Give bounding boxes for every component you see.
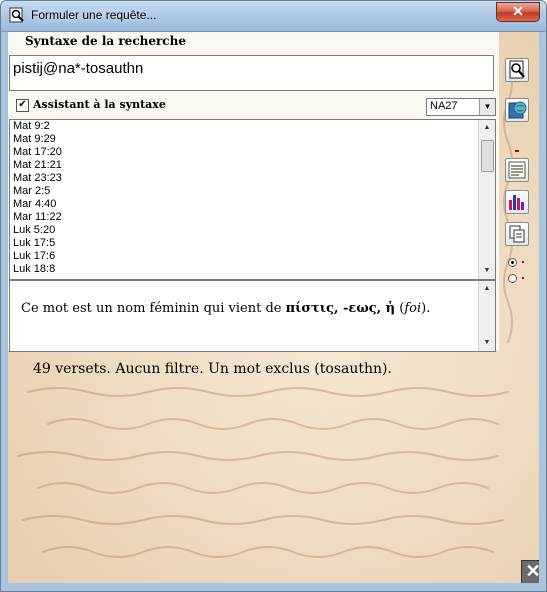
scroll-down-icon[interactable]: ▼ (479, 263, 495, 279)
bible-globe-button[interactable] (505, 98, 529, 122)
scroll-thumb[interactable] (481, 140, 494, 172)
list-item[interactable]: Mat 9:2 (13, 120, 50, 132)
description-greek-lemma: πίστις, -εως, ἡ (285, 301, 396, 316)
word-description: Ce mot est un nom féminin qui vient de π… (21, 301, 430, 316)
description-open-paren: ( (395, 301, 405, 316)
bar-chart-icon (509, 195, 524, 210)
list-item[interactable]: Mar 4:40 (13, 198, 56, 210)
verse-list-scrollbar[interactable]: ▲ ▼ (478, 120, 495, 279)
list-item[interactable]: Mat 17:20 (13, 146, 62, 158)
red-dash-marker (515, 150, 519, 152)
list-item[interactable]: Luk 17:5 (13, 237, 55, 249)
notes-icon (508, 161, 526, 179)
copy-icon (509, 225, 525, 243)
syntax-panel: Syntaxe de la recherche pistij@na*-tosau… (8, 32, 499, 352)
version-select[interactable]: NA27 ▼ (426, 98, 496, 116)
chart-button[interactable] (505, 190, 529, 214)
scroll-up-icon[interactable]: ▲ (479, 120, 495, 136)
bible-globe-icon (508, 101, 527, 119)
status-text: 49 versets. Aucun filtre. Un mot exclus … (33, 361, 392, 377)
list-item[interactable]: Mat 23:23 (13, 172, 62, 184)
window-close-button[interactable]: ✕ (496, 2, 540, 22)
close-icon: ✕ (512, 3, 524, 19)
list-item[interactable]: Mar 11:22 (13, 211, 62, 223)
client-area: Syntaxe de la recherche pistij@na*-tosau… (8, 32, 539, 583)
search-doc-icon (509, 60, 525, 79)
list-item[interactable]: Mar 2:5 (13, 185, 50, 197)
red-dot-marker (522, 261, 524, 263)
title-bar: Formuler une requête... ✕ (1, 1, 546, 32)
close-icon: ✕ (525, 561, 539, 581)
copy-button[interactable] (505, 222, 529, 246)
verse-list[interactable]: Mat 9:2 Mat 9:29 Mat 17:20 Mat 21:21 Mat… (9, 119, 496, 280)
chevron-down-icon[interactable]: ▼ (479, 99, 495, 115)
list-item[interactable]: Luk 17:6 (13, 250, 55, 262)
app-search-icon (9, 7, 24, 23)
description-meaning: foi (404, 301, 422, 316)
query-window: Formuler une requête... ✕ Syntaxe de la … (0, 0, 547, 592)
list-item[interactable]: Luk 5:20 (13, 224, 55, 236)
panel-close-button[interactable]: ✕ (521, 560, 539, 583)
assistant-label: Assistant à la syntaxe (33, 98, 166, 111)
description-close-paren: ). (421, 301, 431, 316)
list-item[interactable]: Luk 18:8 (13, 263, 55, 275)
scroll-up-icon[interactable]: ▲ (479, 281, 495, 297)
assistant-checkbox[interactable]: ✔ (16, 99, 29, 112)
scroll-down-icon[interactable]: ▼ (479, 335, 495, 351)
list-item[interactable]: Mat 21:21 (13, 159, 62, 171)
search-doc-button[interactable] (505, 58, 529, 82)
mode-radio-1[interactable] (508, 258, 517, 267)
assistant-row: ✔ Assistant à la syntaxe NA27 ▼ (14, 96, 496, 116)
description-prefix: Ce mot est un nom féminin qui vient de (21, 301, 286, 316)
panel-title: Syntaxe de la recherche (25, 34, 186, 48)
window-title: Formuler une requête... (31, 8, 157, 22)
mode-radio-2[interactable] (508, 274, 517, 283)
description-scrollbar[interactable]: ▲ ▼ (478, 281, 495, 351)
notes-button[interactable] (505, 158, 529, 182)
query-input[interactable]: pistij@na*-tosauthn (9, 55, 494, 91)
list-item[interactable]: Mat 9:29 (13, 133, 56, 145)
word-description-box: Ce mot est un nom féminin qui vient de π… (9, 280, 496, 352)
red-dot-marker (522, 277, 524, 279)
version-select-value: NA27 (430, 100, 458, 112)
